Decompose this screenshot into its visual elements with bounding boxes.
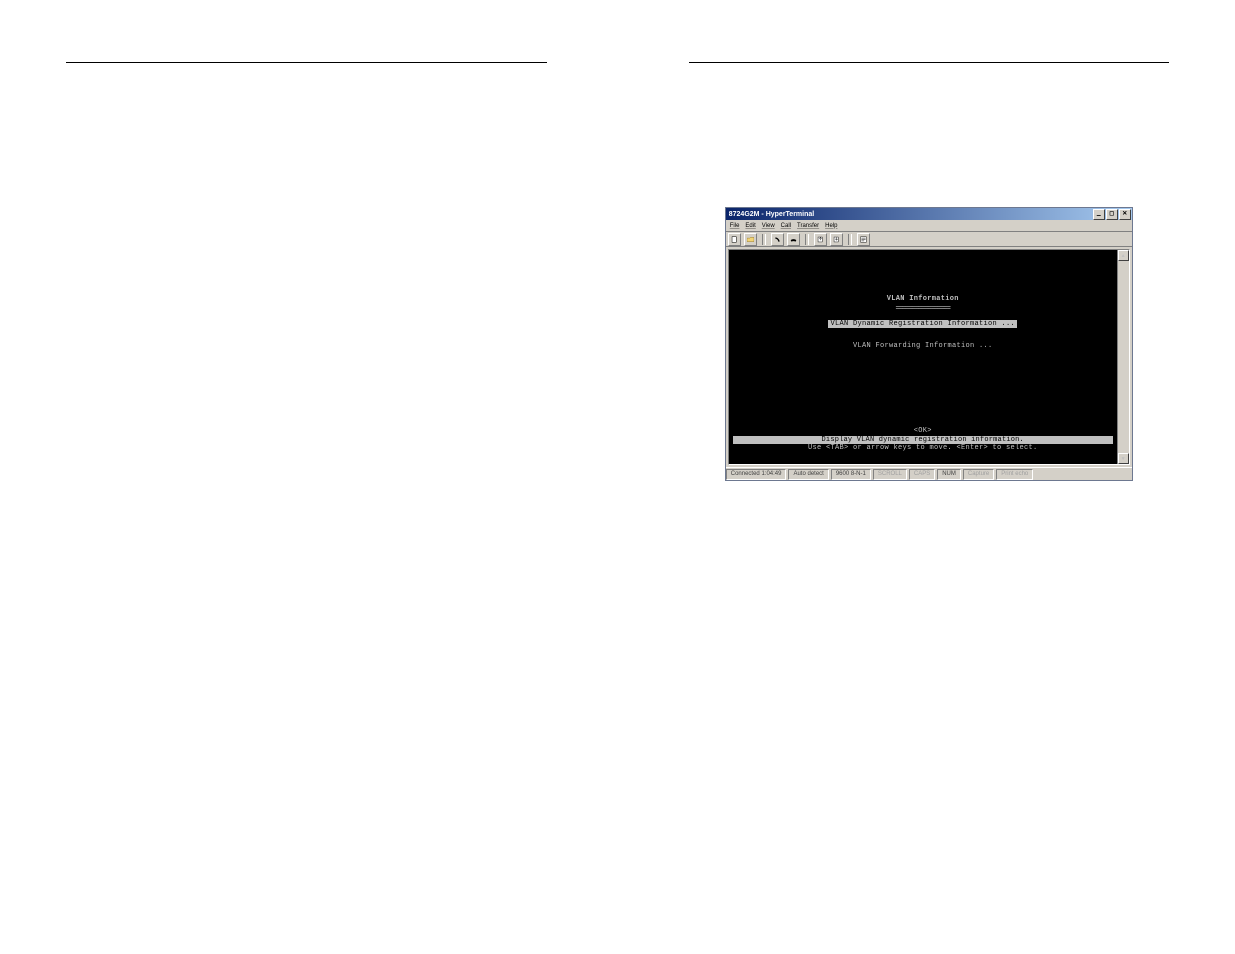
status-caps: CAPS xyxy=(909,469,935,480)
call-icon[interactable] xyxy=(771,233,784,246)
scroll-up-button[interactable]: ▲ xyxy=(1118,250,1129,261)
right-header-rule xyxy=(689,62,1170,63)
menu-help[interactable]: Help xyxy=(825,223,837,229)
toolbar-separator-2 xyxy=(805,234,809,245)
menu-bar: File Edit View Call Transfer Help xyxy=(726,220,1132,232)
left-column xyxy=(66,0,547,481)
status-auto-detect: Auto detect xyxy=(788,469,828,480)
left-header-rule xyxy=(66,62,547,63)
right-column: 8724G2M - HyperTerminal File Edit View C… xyxy=(689,0,1170,481)
status-bar: Connected 1:04:49 Auto detect 9600 8-N-1… xyxy=(726,467,1132,480)
scroll-down-button[interactable]: ▼ xyxy=(1118,453,1129,464)
menu-item-selected-label: VLAN Dynamic Registration Information ..… xyxy=(828,320,1017,328)
ok-button[interactable]: <OK> xyxy=(729,427,1117,435)
send-icon[interactable] xyxy=(814,233,827,246)
menu-view[interactable]: View xyxy=(762,223,775,229)
status-connection: Connected 1:04:49 xyxy=(726,469,787,480)
menu-item-selected[interactable]: VLAN Dynamic Registration Information ..… xyxy=(729,320,1117,328)
menu-item-forwarding[interactable]: VLAN Forwarding Information ... xyxy=(729,342,1117,350)
vertical-scrollbar[interactable]: ▲ ▼ xyxy=(1117,250,1129,464)
window-title: 8724G2M - HyperTerminal xyxy=(729,211,1092,218)
context-hint: Display VLAN dynamic registration inform… xyxy=(733,436,1113,444)
receive-icon[interactable] xyxy=(830,233,843,246)
properties-icon[interactable] xyxy=(857,233,870,246)
document-page: 8724G2M - HyperTerminal File Edit View C… xyxy=(0,0,1235,954)
window-controls xyxy=(1092,209,1131,220)
status-baud: 9600 8-N-1 xyxy=(831,469,871,480)
menu-edit[interactable]: Edit xyxy=(745,223,755,229)
new-doc-icon[interactable] xyxy=(728,233,741,246)
menu-transfer[interactable]: Transfer xyxy=(797,223,819,229)
menu-file[interactable]: File xyxy=(730,223,740,229)
open-folder-icon[interactable] xyxy=(744,233,757,246)
terminal-heading: VLAN Information xyxy=(729,295,1117,303)
title-bar[interactable]: 8724G2M - HyperTerminal xyxy=(726,208,1132,220)
maximize-button[interactable] xyxy=(1106,209,1118,220)
nav-hint: Use <TAB> or arrow keys to move. <Enter>… xyxy=(729,444,1117,452)
terminal-heading-rule: ================= xyxy=(729,305,1117,313)
status-scroll: SCROLL xyxy=(873,469,907,480)
status-num: NUM xyxy=(937,469,961,480)
status-print-echo: Print echo xyxy=(996,469,1033,480)
app-window: 8724G2M - HyperTerminal File Edit View C… xyxy=(725,207,1133,481)
terminal-area[interactable]: ▲ ▼ VLAN Information ================= V… xyxy=(728,249,1130,465)
close-button[interactable] xyxy=(1119,209,1131,220)
toolbar-separator-3 xyxy=(848,234,852,245)
two-column-layout: 8724G2M - HyperTerminal File Edit View C… xyxy=(0,0,1235,481)
minimize-button[interactable] xyxy=(1093,209,1105,220)
terminal-footer: <OK> Display VLAN dynamic registration i… xyxy=(729,427,1117,452)
status-capture: Capture xyxy=(963,469,994,480)
screenshot-container: 8724G2M - HyperTerminal File Edit View C… xyxy=(689,207,1170,481)
toolbar-separator xyxy=(762,234,766,245)
menu-call[interactable]: Call xyxy=(781,223,791,229)
tool-bar xyxy=(726,232,1132,247)
hangup-icon[interactable] xyxy=(787,233,800,246)
